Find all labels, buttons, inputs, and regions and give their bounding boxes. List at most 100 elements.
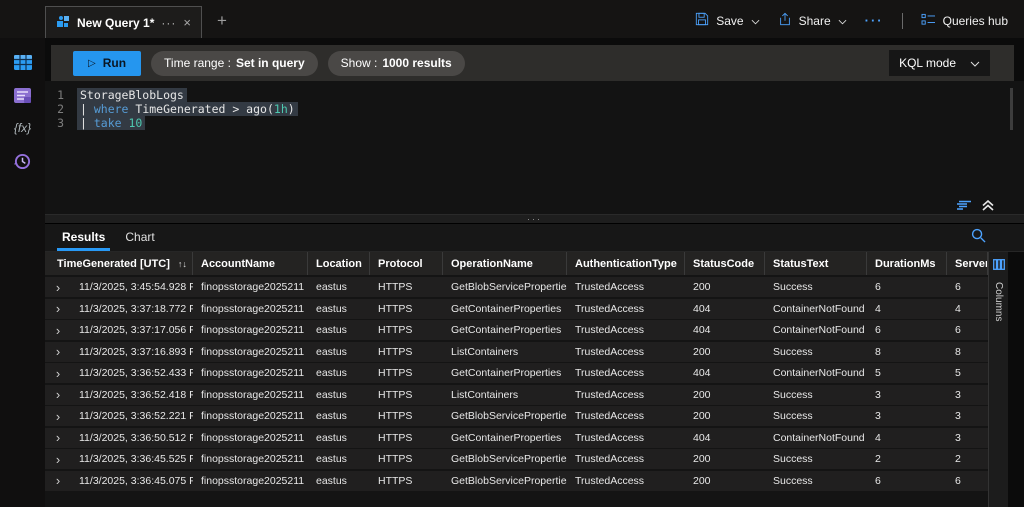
sort-icon[interactable]: ↑↓: [178, 259, 187, 269]
tables-icon[interactable]: [11, 52, 35, 72]
editor-scrollbar[interactable]: [1010, 88, 1013, 130]
table-cell: ContainerNotFound: [765, 363, 867, 383]
table-cell: 5: [947, 363, 988, 383]
queries-hub-button[interactable]: Queries hub: [921, 13, 1008, 29]
show-results-limit[interactable]: Show : 1000 results: [328, 51, 465, 76]
top-actions: Save Share ··· Queries hub: [695, 12, 1024, 38]
app-window: New Query 1* ··· × + Save Share ··· Quer…: [0, 0, 1024, 507]
code-text: | where TimeGenerated > ago(1h): [77, 102, 298, 116]
table-cell: 200: [685, 471, 765, 491]
table-cell: Success: [765, 277, 867, 297]
time-range-label: Time range :: [164, 56, 231, 70]
log-analytics-icon: [56, 14, 70, 31]
table-cell: 11/3/2025, 3:36:52.433 PM: [71, 363, 193, 383]
row-expander-icon[interactable]: ›: [45, 299, 71, 319]
kql-mode-dropdown[interactable]: KQL mode: [889, 50, 990, 76]
row-expander-icon[interactable]: ›: [45, 449, 71, 469]
tab-results[interactable]: Results: [57, 230, 110, 251]
left-sidebar: {fx}: [0, 38, 45, 507]
table-cell: GetContainerProperties: [443, 363, 567, 383]
table-cell: 11/3/2025, 3:36:45.525 PM: [71, 449, 193, 469]
table-cell: GetBlobServiceProperties: [443, 471, 567, 491]
splitter-dots-icon: ···: [527, 214, 542, 224]
run-label: Run: [103, 56, 126, 70]
table-row[interactable]: ›11/3/2025, 3:36:50.512 PMfinopsstorage2…: [45, 428, 988, 448]
table-row[interactable]: ›11/3/2025, 3:36:45.075 PMfinopsstorage2…: [45, 471, 988, 491]
table-cell: GetContainerProperties: [443, 428, 567, 448]
table-row[interactable]: ›11/3/2025, 3:36:52.433 PMfinopsstorage2…: [45, 363, 988, 383]
column-header-protocol[interactable]: Protocol: [370, 252, 443, 275]
column-header-operationname[interactable]: OperationName: [443, 252, 567, 275]
query-history-icon[interactable]: [11, 151, 35, 171]
table-cell: HTTPS: [370, 471, 443, 491]
code-line[interactable]: 2| where TimeGenerated > ago(1h): [45, 102, 1024, 116]
share-button[interactable]: Share: [778, 12, 847, 29]
chevron-down-icon: [751, 14, 760, 28]
table-cell: 8: [947, 342, 988, 362]
sample-queries-icon[interactable]: [11, 85, 35, 105]
functions-icon[interactable]: {fx}: [11, 118, 35, 138]
tab-close-icon[interactable]: ×: [183, 15, 191, 30]
query-editor[interactable]: 1StorageBlobLogs2| where TimeGenerated >…: [45, 81, 1024, 214]
table-row[interactable]: ›11/3/2025, 3:36:52.221 PMfinopsstorage2…: [45, 406, 988, 426]
search-icon[interactable]: [971, 228, 986, 246]
table-row[interactable]: ›11/3/2025, 3:37:17.056 PMfinopsstorage2…: [45, 320, 988, 340]
format-lines-icon[interactable]: [956, 200, 971, 211]
row-expander-icon[interactable]: ›: [45, 385, 71, 405]
table-cell: 3: [867, 406, 947, 426]
table-cell: TrustedAccess: [567, 320, 685, 340]
table-cell: GetBlobServiceProperties: [443, 449, 567, 469]
row-expander-icon[interactable]: ›: [45, 320, 71, 340]
table-cell: 404: [685, 363, 765, 383]
column-header-serverlat[interactable]: ServerLat: [947, 252, 988, 275]
run-button[interactable]: ▷ Run: [73, 51, 141, 76]
column-header-statuscode[interactable]: StatusCode: [685, 252, 765, 275]
row-expander-icon[interactable]: ›: [45, 471, 71, 491]
table-cell: ListContainers: [443, 342, 567, 362]
row-expander-icon[interactable]: ›: [45, 277, 71, 297]
table-cell: GetBlobServiceProperties: [443, 406, 567, 426]
save-button[interactable]: Save: [695, 12, 759, 29]
table-cell: 200: [685, 449, 765, 469]
table-cell: eastus: [308, 449, 370, 469]
row-expander-icon[interactable]: ›: [45, 363, 71, 383]
table-row[interactable]: ›11/3/2025, 3:36:52.418 PMfinopsstorage2…: [45, 385, 988, 405]
query-tab[interactable]: New Query 1* ··· ×: [45, 6, 202, 38]
table-row[interactable]: ›11/3/2025, 3:45:54.928 PMfinopsstorage2…: [45, 277, 988, 297]
table-row[interactable]: ›11/3/2025, 3:37:18.772 PMfinopsstorage2…: [45, 299, 988, 319]
more-actions-button[interactable]: ···: [865, 13, 884, 28]
column-header-authenticationtype[interactable]: AuthenticationType: [567, 252, 685, 275]
table-row[interactable]: ›11/3/2025, 3:37:16.893 PMfinopsstorage2…: [45, 342, 988, 362]
code-line[interactable]: 1StorageBlobLogs: [45, 88, 1024, 102]
splitter-handle[interactable]: ···: [45, 214, 1024, 224]
table-cell: eastus: [308, 406, 370, 426]
tab-chart[interactable]: Chart: [120, 230, 159, 251]
time-range-picker[interactable]: Time range : Set in query: [151, 51, 318, 76]
columns-side-panel[interactable]: Columns: [988, 252, 1008, 507]
table-cell: finopsstorage2025211: [193, 428, 308, 448]
new-tab-button[interactable]: +: [217, 11, 227, 31]
column-header-durationms[interactable]: DurationMs: [867, 252, 947, 275]
table-cell: 11/3/2025, 3:36:50.512 PM: [71, 428, 193, 448]
table-cell: 6: [947, 320, 988, 340]
save-icon: [695, 12, 709, 29]
chevron-down-icon: [970, 56, 980, 70]
tab-menu-button[interactable]: ···: [161, 16, 176, 30]
table-cell: 200: [685, 277, 765, 297]
row-expander-icon[interactable]: ›: [45, 406, 71, 426]
column-header-location[interactable]: Location: [308, 252, 370, 275]
table-cell: HTTPS: [370, 342, 443, 362]
column-header-statustext[interactable]: StatusText: [765, 252, 867, 275]
table-cell: TrustedAccess: [567, 385, 685, 405]
table-cell: ContainerNotFound: [765, 428, 867, 448]
tab-title: New Query 1*: [77, 16, 154, 30]
row-expander-icon[interactable]: ›: [45, 428, 71, 448]
column-header-accountname[interactable]: AccountName: [193, 252, 308, 275]
columns-icon: [993, 257, 1005, 275]
column-header-timegeneratedutc[interactable]: TimeGenerated [UTC]↑↓: [45, 252, 193, 275]
code-line[interactable]: 3| take 10: [45, 116, 1024, 130]
table-cell: HTTPS: [370, 363, 443, 383]
row-expander-icon[interactable]: ›: [45, 342, 71, 362]
collapse-double-chevron-up-icon[interactable]: [982, 200, 994, 211]
table-row[interactable]: ›11/3/2025, 3:36:45.525 PMfinopsstorage2…: [45, 449, 988, 469]
